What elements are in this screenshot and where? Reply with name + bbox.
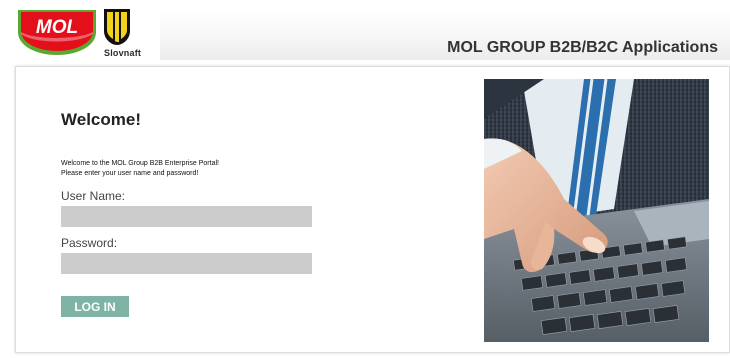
intro-text-line-2: Please enter your user name and password… [61,170,199,177]
password-input[interactable] [61,253,312,274]
mol-logo: MOL [18,10,96,55]
intro-text-line-1: Welcome to the MOL Group B2B Enterprise … [61,160,219,167]
page-header: MOL Slovnaft MOL GROUP B2B/B2C Applicati… [0,0,730,66]
mol-logo-text: MOL [36,17,78,38]
username-label: User Name: [61,189,126,203]
login-button[interactable]: LOG IN [61,296,129,317]
hero-image [484,79,709,342]
username-input[interactable] [61,206,312,227]
login-panel: Welcome! Welcome to the MOL Group B2B En… [15,66,730,353]
slovnaft-logo [104,9,130,45]
welcome-heading: Welcome! [61,110,141,129]
app-title: MOL GROUP B2B/B2C Applications [447,39,718,56]
slovnaft-wordmark: Slovnaft [104,48,142,58]
password-label: Password: [61,236,118,250]
